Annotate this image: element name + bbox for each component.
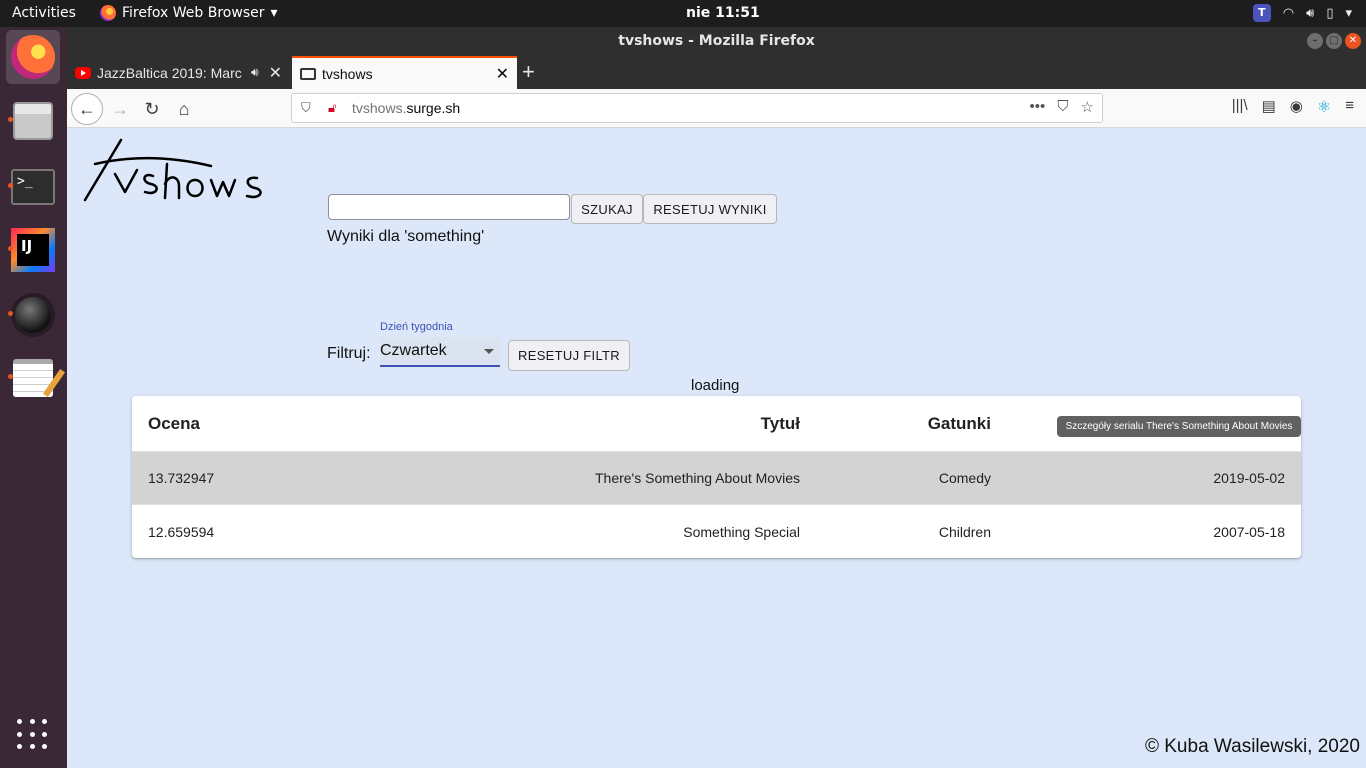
tab-tvshows[interactable]: tvshows ✕: [292, 56, 517, 89]
tab-label: JazzBaltica 2019: Marc: [97, 64, 242, 81]
dropdown-arrow-icon: [484, 349, 494, 354]
tvshows-logo: tvshows: [83, 138, 262, 202]
cell-title: There's Something About Movies: [594, 470, 800, 486]
text-editor-icon: [13, 359, 53, 397]
loading-text: loading: [691, 377, 740, 394]
cell-title: Something Special: [683, 523, 800, 540]
show-applications-icon[interactable]: [17, 719, 49, 751]
wifi-icon[interactable]: ◠: [1283, 6, 1294, 21]
dock-terminal[interactable]: >_: [6, 160, 60, 214]
day-select-value: Czwartek: [380, 342, 447, 359]
running-indicator: [8, 246, 13, 251]
dock-mines[interactable]: [6, 288, 60, 342]
close-tab-icon[interactable]: ✕: [269, 63, 282, 83]
cell-genre: Children: [938, 523, 991, 540]
library-icon[interactable]: |||\: [1232, 97, 1248, 117]
minimize-icon[interactable]: –: [1307, 33, 1323, 49]
system-tray[interactable]: T ◠ 🔊︎ ▯ ▾: [1252, 4, 1352, 22]
teams-icon[interactable]: T: [1252, 4, 1271, 22]
system-top-bar: Activities Firefox Web Browser ▾ nie 11:…: [0, 0, 1366, 27]
tv-icon: [300, 67, 316, 80]
menu-icon[interactable]: ≡: [1345, 97, 1354, 117]
new-tab-icon[interactable]: +: [522, 59, 535, 85]
mine-icon: [15, 297, 51, 333]
header-title[interactable]: Tytuł: [761, 396, 800, 451]
header-rating[interactable]: Ocena: [148, 396, 200, 451]
back-icon[interactable]: ←: [71, 93, 103, 125]
page-actions-icon[interactable]: •••: [1030, 98, 1046, 116]
close-icon[interactable]: ✕: [1345, 33, 1361, 49]
firefox-icon: [11, 35, 55, 79]
search-input[interactable]: [328, 194, 570, 220]
search-button[interactable]: SZUKAJ: [571, 194, 643, 224]
cell-rating: 13.732947: [148, 470, 215, 486]
reload-icon[interactable]: ↻: [139, 96, 165, 122]
audio-playing-icon[interactable]: 🔊︎: [251, 65, 259, 80]
chevron-down-icon: ▾: [270, 5, 278, 21]
row-tooltip: Szczegóły serialu There's Something Abou…: [1057, 416, 1301, 437]
cell-rating: 12.659594: [148, 523, 215, 540]
dock-text-editor[interactable]: [6, 351, 60, 405]
window-title-bar: tvshows - Mozilla Firefox – □ ✕: [67, 27, 1366, 56]
url-text[interactable]: tvshows.surge.sh: [352, 100, 460, 116]
tab-bar: JazzBaltica 2019: Marc 🔊︎ ✕ tvshows ✕ +: [67, 56, 1366, 89]
chevron-down-icon[interactable]: ▾: [1345, 6, 1352, 21]
activities-button[interactable]: Activities: [12, 5, 76, 21]
table-row[interactable]: 13.732947 There's Something About Movies…: [132, 452, 1301, 505]
volume-icon[interactable]: 🔊︎: [1306, 6, 1314, 21]
firefox-icon: [100, 5, 116, 21]
home-icon[interactable]: ⌂: [171, 96, 197, 122]
reset-results-button[interactable]: RESETUJ WYNIKI: [643, 194, 777, 224]
window-title: tvshows - Mozilla Firefox: [618, 33, 815, 49]
intellij-icon: IJ: [11, 228, 55, 272]
clock[interactable]: nie 11:51: [686, 5, 760, 21]
battery-icon[interactable]: ▯: [1326, 6, 1333, 21]
table-row[interactable]: 12.659594 Something Special Children 200…: [132, 505, 1301, 558]
url-bar[interactable]: ⛉ 🔓︎ tvshows.surge.sh ••• ⛉ ☆: [291, 93, 1103, 123]
running-indicator: [8, 311, 13, 316]
youtube-icon: [75, 66, 91, 79]
close-tab-icon[interactable]: ✕: [496, 64, 509, 84]
bookmark-star-icon[interactable]: ☆: [1081, 98, 1094, 116]
sidebar-icon[interactable]: ▤: [1262, 97, 1276, 117]
results-heading: Wyniki dla 'something': [327, 228, 485, 245]
header-genres[interactable]: Gatunki: [928, 396, 991, 451]
pocket-icon[interactable]: ⛉: [1057, 98, 1068, 116]
tab-jazzbaltica[interactable]: JazzBaltica 2019: Marc 🔊︎ ✕: [67, 56, 290, 89]
account-icon[interactable]: ◉: [1290, 97, 1303, 117]
cell-genre: Comedy: [938, 470, 991, 486]
navigation-toolbar: ← → ↻ ⌂ ⛉ 🔓︎ tvshows.surge.sh ••• ⛉ ☆ ||…: [67, 89, 1366, 128]
maximize-icon[interactable]: □: [1326, 33, 1342, 49]
files-icon: [13, 102, 53, 140]
react-devtools-icon[interactable]: ⚛: [1317, 97, 1331, 117]
shield-icon[interactable]: ⛉: [301, 100, 311, 116]
tab-label: tvshows: [322, 65, 373, 82]
insecure-lock-icon[interactable]: 🔓︎: [328, 100, 336, 116]
cell-date: 2019-05-02: [1213, 470, 1285, 486]
running-indicator: [8, 183, 13, 188]
dock-files[interactable]: [6, 94, 60, 148]
page-content: tvshows SZUKAJ RESETUJ WYNIKI Wyniki dla…: [67, 128, 1366, 768]
app-menu-label: Firefox Web Browser: [122, 5, 265, 21]
day-select-label: Dzień tygodnia: [380, 321, 453, 333]
footer-copyright: © Kuba Wasilewski, 2020: [1144, 736, 1360, 757]
day-of-week-select[interactable]: Czwartek: [380, 337, 500, 367]
dock-firefox[interactable]: [6, 30, 60, 84]
app-menu[interactable]: Firefox Web Browser ▾: [100, 5, 278, 21]
dock: >_ IJ: [0, 27, 67, 768]
cell-date: 2007-05-18: [1213, 523, 1285, 540]
terminal-icon: >_: [11, 169, 55, 205]
filter-label: Filtruj:: [327, 345, 371, 362]
reset-filter-button[interactable]: RESETUJ FILTR: [508, 340, 630, 371]
running-indicator: [8, 117, 13, 122]
dock-intellij[interactable]: IJ: [6, 223, 60, 277]
forward-icon[interactable]: →: [107, 96, 133, 122]
